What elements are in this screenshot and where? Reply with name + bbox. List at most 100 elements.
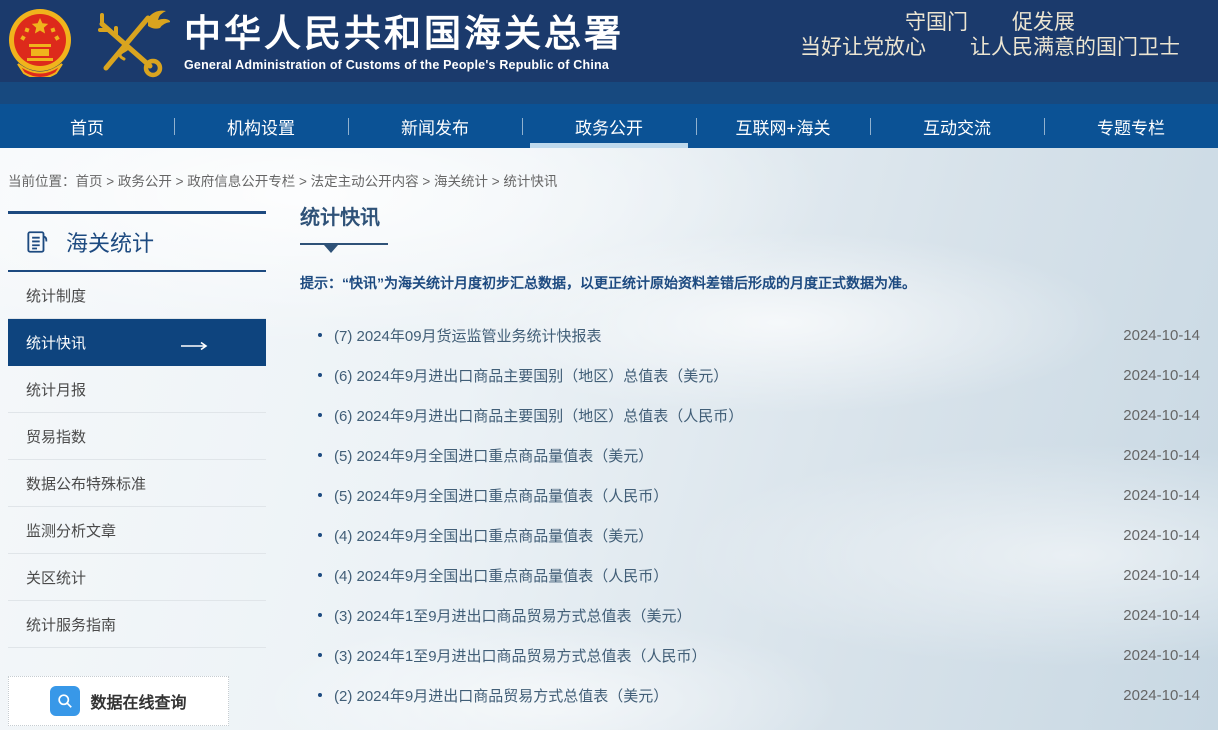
news-list-item: (4) 2024年9月全国出口重点商品量值表（美元） 2024-10-14 bbox=[300, 515, 1200, 555]
slogan-phrase: 守国门 bbox=[905, 10, 968, 35]
news-list-item: (3) 2024年1至9月进出口商品贸易方式总值表（美元） 2024-10-14 bbox=[300, 595, 1200, 635]
news-link[interactable]: (2) 2024年9月进出口商品贸易方式总值表（美元） bbox=[334, 685, 1103, 706]
nav-item-label: 新闻发布 bbox=[401, 114, 469, 139]
search-icon bbox=[50, 686, 80, 716]
site-header: 中华人民共和国海关总署 General Administration of Cu… bbox=[0, 0, 1218, 104]
bullet-icon bbox=[318, 413, 322, 417]
sidebar-title: 海关统计 bbox=[66, 226, 154, 258]
document-icon bbox=[24, 229, 50, 255]
news-list-item: (4) 2024年9月全国出口重点商品量值表（人民币） 2024-10-14 bbox=[300, 555, 1200, 595]
news-link[interactable]: (3) 2024年1至9月进出口商品贸易方式总值表（美元） bbox=[334, 605, 1103, 626]
main-content: 统计快讯 提示：“快讯”为海关统计月度初步汇总数据，以更正统计原始资料差错后形成… bbox=[300, 205, 1200, 715]
site-title-cn: 中华人民共和国海关总署 bbox=[184, 14, 624, 54]
bullet-icon bbox=[318, 453, 322, 457]
bullet-icon bbox=[318, 333, 322, 337]
bullet-icon bbox=[318, 693, 322, 697]
news-link[interactable]: (5) 2024年9月全国进口重点商品量值表（美元） bbox=[334, 445, 1103, 466]
news-link[interactable]: (6) 2024年9月进出口商品主要国别（地区）总值表（美元） bbox=[334, 365, 1103, 386]
sidebar-item-label: 数据公布特殊标准 bbox=[26, 473, 146, 494]
news-date: 2024-10-14 bbox=[1123, 607, 1200, 624]
news-link[interactable]: (4) 2024年9月全国出口重点商品量值表（美元） bbox=[334, 525, 1103, 546]
data-online-query-label: 数据在线查询 bbox=[90, 689, 186, 713]
breadcrumb-path[interactable]: 首页 > 政务公开 > 政府信息公开专栏 > 法定主动公开内容 > 海关统计 >… bbox=[76, 174, 558, 189]
news-list-item: (2) 2024年9月进出口商品贸易方式总值表（美元） 2024-10-14 bbox=[300, 675, 1200, 715]
nav-item[interactable]: 互联网+海关 bbox=[696, 104, 870, 148]
sidebar-item[interactable]: 统计制度 bbox=[8, 272, 266, 319]
news-list-item: (5) 2024年9月全国进口重点商品量值表（人民币） 2024-10-14 bbox=[300, 475, 1200, 515]
news-list: (7) 2024年09月货运监管业务统计快报表 2024-10-14 (6) 2… bbox=[300, 315, 1200, 715]
news-date: 2024-10-14 bbox=[1123, 527, 1200, 544]
page-title: 统计快讯 bbox=[300, 205, 1200, 231]
sidebar-item[interactable]: 关区统计 bbox=[8, 554, 266, 601]
nav-item-label: 政务公开 bbox=[575, 114, 643, 139]
bullet-icon bbox=[318, 653, 322, 657]
slogan-phrase: 让人民满意的国门卫士 bbox=[970, 35, 1180, 60]
bullet-icon bbox=[318, 533, 322, 537]
main-navigation: 首页 机构设置 新闻发布 政务公开 bbox=[0, 104, 1218, 148]
nav-item[interactable]: 机构设置 bbox=[174, 104, 348, 148]
nav-item[interactable]: 首页 bbox=[0, 104, 174, 148]
bullet-icon bbox=[318, 493, 322, 497]
breadcrumb: 当前位置：首页 > 政务公开 > 政府信息公开专栏 > 法定主动公开内容 > 海… bbox=[8, 170, 557, 190]
header-slogan: 守国门 促发展 当好让党放心 让人民满意的国门卫士 bbox=[775, 10, 1205, 60]
nav-item[interactable]: 专题专栏 bbox=[1044, 104, 1218, 148]
sidebar-item-label: 贸易指数 bbox=[26, 426, 86, 447]
nav-item-label: 机构设置 bbox=[227, 114, 295, 139]
nav-item-label: 互联网+海关 bbox=[736, 114, 831, 139]
nav-item[interactable]: 政务公开 bbox=[522, 104, 696, 148]
sidebar-header: 海关统计 bbox=[8, 214, 266, 272]
sidebar-item[interactable]: 统计快讯 bbox=[8, 319, 266, 366]
bullet-icon bbox=[318, 573, 322, 577]
slogan-line-1: 守国门 促发展 bbox=[775, 10, 1205, 35]
arrow-right-icon bbox=[180, 338, 208, 355]
news-date: 2024-10-14 bbox=[1123, 567, 1200, 584]
news-date: 2024-10-14 bbox=[1123, 487, 1200, 504]
news-list-item: (6) 2024年9月进出口商品主要国别（地区）总值表（人民币） 2024-10… bbox=[300, 395, 1200, 435]
slogan-line-2: 当好让党放心 让人民满意的国门卫士 bbox=[775, 35, 1205, 60]
news-link[interactable]: (3) 2024年1至9月进出口商品贸易方式总值表（人民币） bbox=[334, 645, 1103, 666]
news-list-item: (6) 2024年9月进出口商品主要国别（地区）总值表（美元） 2024-10-… bbox=[300, 355, 1200, 395]
news-list-item: (5) 2024年9月全国进口重点商品量值表（美元） 2024-10-14 bbox=[300, 435, 1200, 475]
news-link[interactable]: (7) 2024年09月货运监管业务统计快报表 bbox=[334, 325, 1103, 346]
sidebar-item[interactable]: 统计月报 bbox=[8, 366, 266, 413]
site-title-en: General Administration of Customs of the… bbox=[184, 58, 624, 72]
news-date: 2024-10-14 bbox=[1123, 687, 1200, 704]
page: 中华人民共和国海关总署 General Administration of Cu… bbox=[0, 0, 1218, 730]
news-date: 2024-10-14 bbox=[1123, 327, 1200, 344]
nav-item[interactable]: 互动交流 bbox=[870, 104, 1044, 148]
sidebar-item[interactable]: 数据公布特殊标准 bbox=[8, 460, 266, 507]
hint-text: 提示：“快讯”为海关统计月度初步汇总数据，以更正统计原始资料差错后形成的月度正式… bbox=[300, 273, 1200, 293]
news-date: 2024-10-14 bbox=[1123, 647, 1200, 664]
site-logo-home-link[interactable]: 中华人民共和国海关总署 General Administration of Cu… bbox=[8, 6, 624, 78]
sidebar-item[interactable]: 贸易指数 bbox=[8, 413, 266, 460]
sidebar-item-label: 关区统计 bbox=[26, 567, 86, 588]
sidebar-item[interactable]: 监测分析文章 bbox=[8, 507, 266, 554]
slogan-phrase: 促发展 bbox=[1012, 10, 1075, 35]
news-link[interactable]: (6) 2024年9月进出口商品主要国别（地区）总值表（人民币） bbox=[334, 405, 1103, 426]
news-list-item: (7) 2024年09月货运监管业务统计快报表 2024-10-14 bbox=[300, 315, 1200, 355]
breadcrumb-label: 当前位置： bbox=[8, 174, 76, 189]
sidebar-item[interactable]: 统计服务指南 bbox=[8, 601, 266, 648]
customs-key-caduceus-icon bbox=[86, 6, 170, 78]
sidebar-item-label: 统计服务指南 bbox=[26, 614, 116, 635]
nav-list: 首页 机构设置 新闻发布 政务公开 bbox=[0, 104, 1218, 148]
sidebar-item-label: 统计制度 bbox=[26, 285, 86, 306]
news-date: 2024-10-14 bbox=[1123, 367, 1200, 384]
news-link[interactable]: (4) 2024年9月全国出口重点商品量值表（人民币） bbox=[334, 565, 1103, 586]
nav-item-label: 专题专栏 bbox=[1097, 114, 1165, 139]
nav-item-label: 互动交流 bbox=[923, 114, 991, 139]
nav-item-label: 首页 bbox=[70, 114, 104, 139]
bullet-icon bbox=[318, 373, 322, 377]
bullet-icon bbox=[318, 613, 322, 617]
slogan-phrase: 当好让党放心 bbox=[800, 35, 926, 60]
national-emblem-icon bbox=[8, 7, 72, 77]
nav-item[interactable]: 新闻发布 bbox=[348, 104, 522, 148]
news-link[interactable]: (5) 2024年9月全国进口重点商品量值表（人民币） bbox=[334, 485, 1103, 506]
news-date: 2024-10-14 bbox=[1123, 447, 1200, 464]
sidebar: 海关统计 统计制度 统计快讯 bbox=[8, 211, 266, 726]
news-list-item: (3) 2024年1至9月进出口商品贸易方式总值表（人民币） 2024-10-1… bbox=[300, 635, 1200, 675]
sidebar-item-label: 统计快讯 bbox=[26, 332, 86, 353]
data-online-query-button[interactable]: 数据在线查询 bbox=[8, 676, 229, 726]
sidebar-item-label: 监测分析文章 bbox=[26, 520, 116, 541]
sidebar-menu: 统计制度 统计快讯 bbox=[8, 272, 266, 648]
